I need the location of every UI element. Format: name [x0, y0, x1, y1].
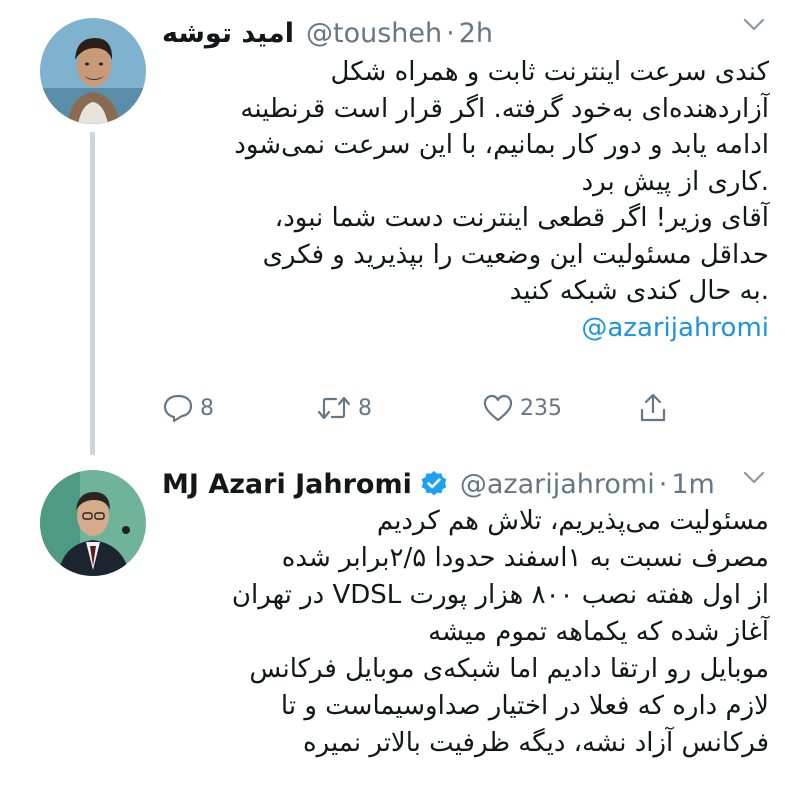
tweet-header: امید توشه @tousheh · 2h — [162, 12, 767, 54]
avatar[interactable] — [40, 470, 146, 576]
user-avatar-photo-icon — [40, 18, 146, 124]
chevron-down-icon[interactable] — [743, 471, 765, 485]
reply-count: 8 — [200, 395, 214, 421]
tweet-text: مسئولیت می‌پذیریم، تلاش هم کردیم مصرف نس… — [159, 503, 769, 762]
handle[interactable]: @azarijahromi — [460, 469, 655, 500]
reply-button[interactable]: 8 — [162, 388, 214, 428]
share-button[interactable] — [638, 388, 668, 428]
retweet-button[interactable]: 8 — [316, 388, 372, 428]
timestamp[interactable]: 1m — [671, 469, 714, 500]
tweet-line: موبایل رو ارتقا دادیم اما شبکه‌ی موبایل … — [249, 654, 769, 684]
timestamp[interactable]: 2h — [459, 18, 493, 49]
tweet-line: مسئولیت می‌پذیریم، تلاش هم کردیم — [376, 506, 769, 536]
avatar[interactable] — [40, 18, 146, 124]
verified-badge-icon — [421, 471, 447, 496]
mention-link[interactable]: @azarijahromi — [581, 310, 769, 347]
tweet-line: لازم داره که فعلا در اختیار صداوسیماست و… — [280, 691, 769, 721]
user-avatar-photo-icon — [40, 470, 146, 576]
like-count: 235 — [520, 395, 562, 421]
tweet-header: MJ Azari Jahromi @azarijahromi · 1m — [162, 463, 767, 505]
tweet[interactable]: MJ Azari Jahromi @azarijahromi · 1m مسئو… — [0, 455, 807, 794]
tweet-line: از اول هفته نصب ۸۰۰ هزار پورت VDSL در ته… — [231, 580, 769, 610]
separator-dot: · — [446, 17, 455, 49]
tweet-line: .کاری از پیش برد — [581, 166, 769, 197]
tweet-line: آقای وزیر! اگر قطعی اینترنت دست شما نبود… — [274, 203, 769, 233]
share-icon — [640, 393, 666, 422]
tweet-line: آغاز شده که یکماهه تموم میشه — [428, 617, 769, 647]
tweet[interactable]: امید توشه @tousheh · 2h کندی سرعت اینترن… — [0, 0, 807, 455]
tweet-line: حداقل مسئولیت این وضعیت را بپذیرید و فکر… — [262, 239, 769, 270]
heart-icon — [483, 394, 513, 422]
reply-icon — [163, 394, 193, 423]
display-name[interactable]: امید توشه — [162, 18, 294, 49]
chevron-down-icon[interactable] — [743, 18, 765, 32]
separator-dot: · — [658, 468, 668, 500]
tweet-line: فرکانس آزاد نشه، دیگه ظرفیت بالاتر نمیره — [303, 728, 769, 758]
tweet-line: آزاردهنده‌ای به‌خود گرفته. اگر قرار است … — [240, 93, 769, 124]
thread-line — [90, 132, 95, 455]
tweet-line: کندی سرعت اینترنت ثابت و همراه شکل — [330, 57, 770, 87]
tweet-actions: 8 8 235 — [162, 388, 672, 428]
handle[interactable]: @tousheh — [306, 18, 442, 49]
tweet-line: مصرف نسبت به ۱اسفند حدودا ۲/۵برابر شده — [281, 543, 769, 573]
display-name[interactable]: MJ Azari Jahromi — [162, 469, 412, 500]
retweet-count: 8 — [358, 395, 372, 421]
tweet-text: کندی سرعت اینترنت ثابت و همراه شکل آزارد… — [159, 54, 769, 346]
like-button[interactable]: 235 — [482, 388, 562, 428]
retweet-icon — [317, 396, 351, 420]
tweet-line: .به حال کندی شبکه کنید — [509, 276, 769, 306]
tweet-line: ادامه یابد و دور کار بمانیم، با این سرعت… — [234, 130, 769, 160]
